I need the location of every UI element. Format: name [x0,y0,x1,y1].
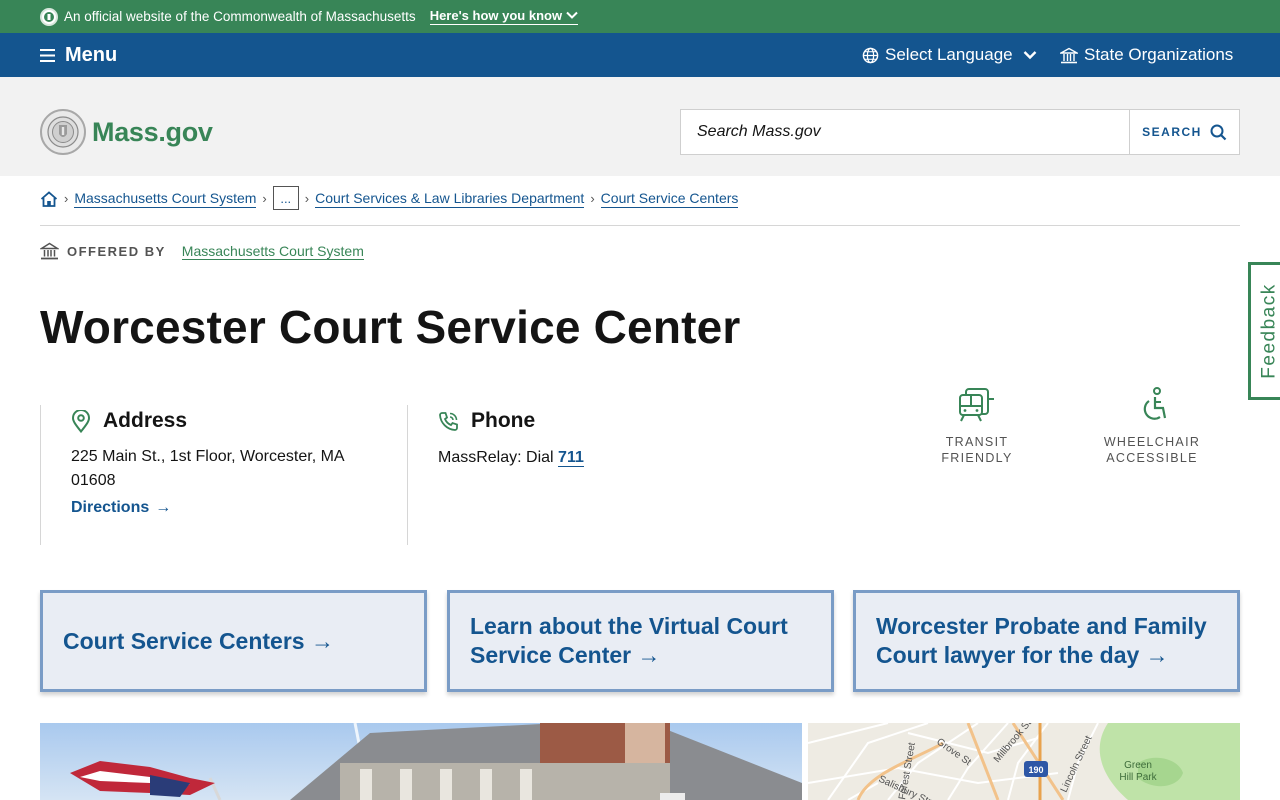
phone-heading: Phone [438,409,708,433]
card-label: Court Service Centers → [63,627,334,656]
breadcrumb-massachusetts-court-system[interactable]: Massachusetts Court System [74,190,257,208]
phone-heading-text: Phone [471,409,536,432]
offered-by-org-link[interactable]: Massachusetts Court System [181,243,364,260]
arrow-right-icon: → [1145,642,1169,668]
card-label: Worcester Probate and Family Court lawye… [876,612,1217,670]
building-icon [40,242,59,260]
massrelay-prefix: MassRelay: Dial [438,449,554,466]
arrow-right-icon: → [310,627,334,654]
address-text: 225 Main St., 1st Floor, Worcester, MA 0… [71,448,344,489]
lawyer-for-the-day-card[interactable]: Worcester Probate and Family Court lawye… [853,590,1240,692]
breadcrumb-expand-button[interactable]: ... [272,186,299,210]
transit-line-2: FRIENDLY [941,451,1013,465]
globe-icon [862,47,879,63]
chevron-right-icon: › [64,191,69,206]
building-photo [40,723,802,800]
state-organizations-label: State Organizations [1084,45,1234,64]
building-icon [1060,47,1078,63]
search-form: SEARCH [680,109,1240,155]
map-pin-icon [71,409,91,433]
offered-by: OFFERED BY Massachusetts Court System [40,242,364,260]
massrelay-number-link[interactable]: 711 [558,449,584,467]
chevron-right-icon: › [304,191,310,206]
breadcrumb: › Massachusetts Court System › ... › Cou… [40,186,1240,226]
hamburger-icon [40,48,55,62]
select-language-label: Select Language [885,45,1013,64]
top-navbar: Menu Select Language State Organizations [0,33,1280,77]
menu-label: Menu [65,43,118,66]
transit-friendly-feature: TRANSIT FRIENDLY [922,386,1032,466]
state-seal-icon [40,109,86,155]
map-park-label: Green Hill Park [1119,760,1157,783]
search-input[interactable] [681,110,1129,154]
chevron-down-icon [1023,51,1036,60]
card-text: Court Service Centers [63,627,305,654]
arrow-right-icon: → [637,642,661,668]
official-banner-text: An official website of the Commonwealth … [64,9,416,24]
phone-section: Phone MassRelay: Dial 711 [408,405,708,545]
massrelay-line: MassRelay: Dial 711 [438,449,708,467]
arrow-right-icon: → [155,499,172,516]
virtual-court-service-center-card[interactable]: Learn about the Virtual Court Service Ce… [447,590,834,692]
address-heading-text: Address [103,409,188,432]
transit-line-1: TRANSIT [945,435,1009,449]
official-banner: An official website of the Commonwealth … [0,0,1280,33]
how-you-know-label: Here's how you know [429,8,563,23]
wheelchair-accessible-feature: WHEELCHAIR ACCESSIBLE [1097,386,1207,466]
chevron-right-icon: › [262,191,267,206]
directions-link[interactable]: Directions → [71,499,171,517]
page-title: Worcester Court Service Center [40,301,741,353]
chevron-right-icon: › [590,191,595,206]
offered-by-label: OFFERED BY [67,243,166,259]
phone-icon [439,411,458,431]
feedback-label: Feedback [1258,283,1280,379]
menu-button[interactable]: Menu [40,33,117,77]
logo-wordmark: Mass.gov [92,116,213,147]
chevron-down-icon [566,11,578,19]
address-section: Address 225 Main St., 1st Floor, Worcest… [40,405,408,545]
directions-label: Directions [71,499,150,516]
mass-gov-logo[interactable]: Mass.gov [40,109,213,155]
home-icon[interactable] [40,191,58,207]
tram-icon [959,388,994,422]
location-map[interactable]: 190 Grove St Millbrook Street Lincoln St… [808,723,1240,800]
search-button-label: SEARCH [1142,125,1202,139]
feedback-tab[interactable]: Feedback [1248,262,1280,400]
card-label: Learn about the Virtual Court Service Ce… [470,612,811,670]
seal-icon [40,7,58,26]
state-organizations-button[interactable]: State Organizations [1060,33,1233,77]
how-you-know-button[interactable]: Here's how you know [429,8,579,25]
wheelchair-icon [1143,387,1167,420]
search-icon [1210,124,1227,140]
breadcrumb-court-service-centers[interactable]: Court Service Centers [600,190,739,208]
wheelchair-line-1: WHEELCHAIR [1103,435,1201,449]
wheelchair-line-2: ACCESSIBLE [1106,451,1198,465]
breadcrumb-court-services-department[interactable]: Court Services & Law Libraries Departmen… [315,190,585,208]
site-header: Mass.gov SEARCH [0,77,1280,176]
court-service-centers-card[interactable]: Court Service Centers → [40,590,427,692]
map-highway-label: 190 [1028,765,1043,775]
address-heading: Address [71,409,367,433]
select-language-button[interactable]: Select Language [862,33,1037,77]
search-button[interactable]: SEARCH [1129,110,1239,154]
card-text: Learn about the Virtual Court Service Ce… [470,613,788,668]
